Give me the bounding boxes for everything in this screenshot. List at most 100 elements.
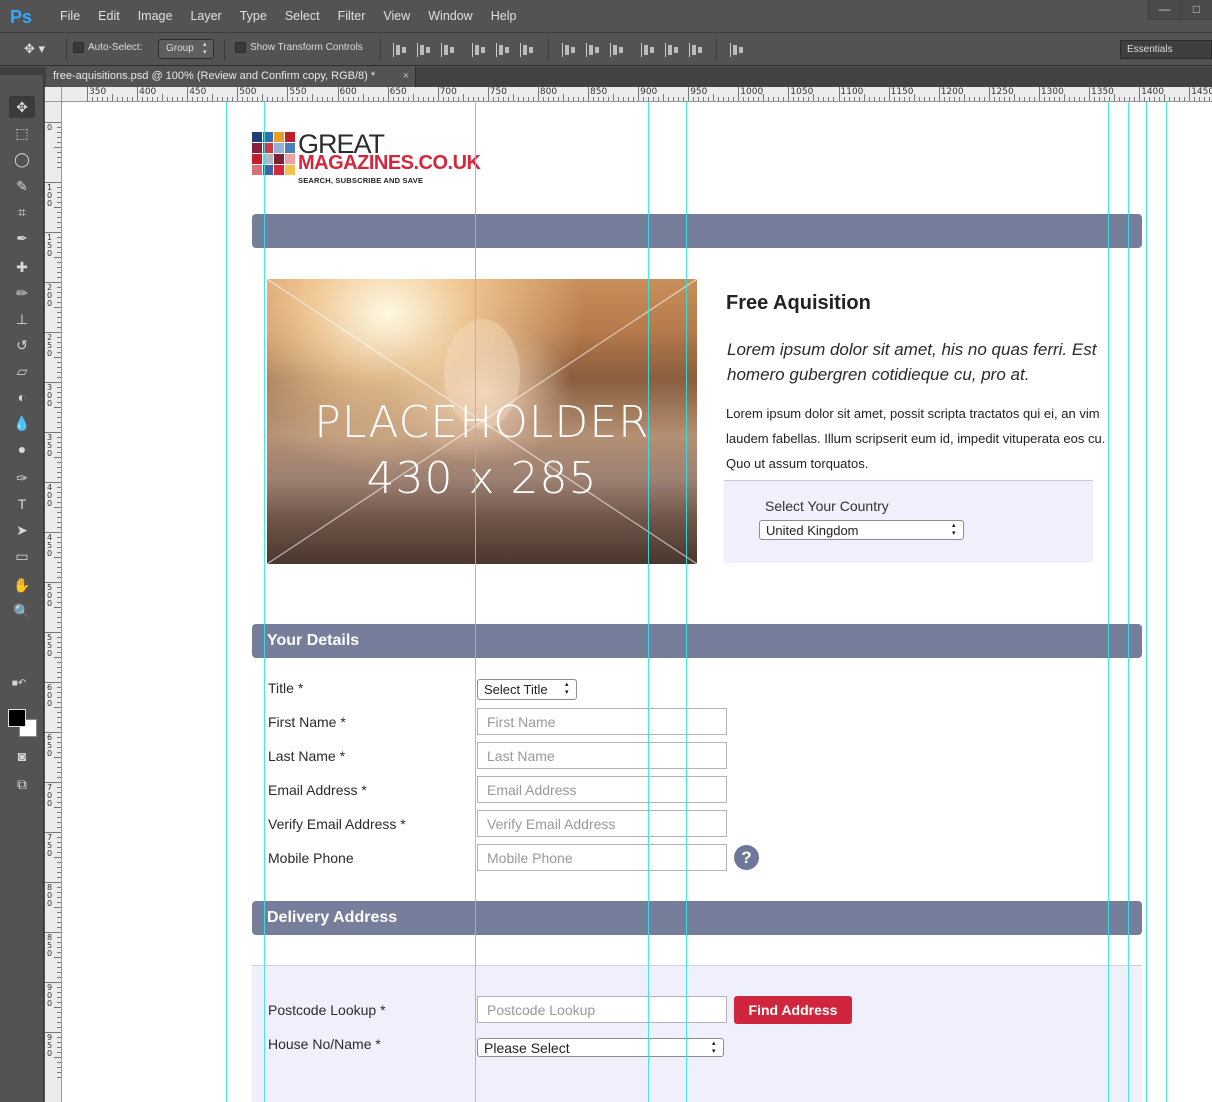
foreground-color-swatch[interactable] bbox=[8, 709, 26, 727]
document-tab[interactable]: free-aquisitions.psd @ 100% (Review and … bbox=[46, 67, 416, 87]
auto-select-target-dropdown[interactable]: Group bbox=[158, 39, 214, 59]
ruler-minor-tick bbox=[57, 847, 61, 848]
path-select-tool-icon[interactable]: ➤ bbox=[9, 519, 35, 541]
ruler-label: 1350 bbox=[1091, 87, 1114, 97]
show-transform-checkbox[interactable] bbox=[235, 42, 246, 53]
healing-brush-tool-icon[interactable]: ✚ bbox=[9, 256, 35, 278]
guide-line[interactable] bbox=[1146, 102, 1147, 1102]
eyedropper-tool-icon[interactable]: ✒ bbox=[9, 227, 35, 249]
shape-tool-icon[interactable]: ▭ bbox=[9, 545, 35, 567]
distribute-bottom-icon[interactable] bbox=[610, 43, 624, 57]
ruler-minor-tick bbox=[658, 97, 660, 101]
ruler-minor-tick bbox=[878, 97, 880, 101]
guide-line[interactable] bbox=[226, 102, 227, 1102]
ruler-minor-tick bbox=[1073, 97, 1075, 101]
menu-edit[interactable]: Edit bbox=[89, 9, 129, 23]
country-dropdown[interactable]: United Kingdom bbox=[759, 520, 964, 540]
align-vertical-center-icon[interactable] bbox=[417, 43, 431, 57]
email-input[interactable]: Email Address bbox=[477, 776, 727, 803]
first-name-input[interactable]: First Name bbox=[477, 708, 727, 735]
zoom-tool-icon[interactable]: 🔍 bbox=[9, 600, 35, 622]
guide-line[interactable] bbox=[686, 102, 687, 1102]
menu-image[interactable]: Image bbox=[129, 9, 182, 23]
verify-email-input[interactable]: Verify Email Address bbox=[477, 810, 727, 837]
eraser-tool-icon[interactable]: ▱ bbox=[9, 360, 35, 382]
horizontal-ruler[interactable]: 350 400 450 500 550 600 650 700 750 800 850 900 950 1… bbox=[62, 87, 1212, 102]
auto-align-layers-icon[interactable] bbox=[730, 43, 744, 57]
ruler-minor-tick bbox=[1099, 97, 1100, 101]
ruler-minor-tick bbox=[54, 557, 61, 558]
clone-stamp-tool-icon[interactable]: ⊥ bbox=[9, 308, 35, 330]
menu-layer[interactable]: Layer bbox=[181, 9, 230, 23]
show-transform-option[interactable]: Show Transform Controls bbox=[235, 42, 363, 53]
menu-filter[interactable]: Filter bbox=[329, 9, 375, 23]
ruler-minor-tick bbox=[57, 222, 61, 223]
ruler-minor-tick bbox=[57, 697, 61, 698]
guide-line[interactable] bbox=[475, 102, 476, 1102]
help-icon[interactable]: ? bbox=[734, 845, 759, 870]
distribute-left-icon[interactable] bbox=[641, 43, 655, 57]
align-top-icon[interactable] bbox=[393, 43, 407, 57]
align-right-icon[interactable] bbox=[520, 43, 534, 57]
marquee-tool-icon[interactable]: ⬚ bbox=[9, 122, 35, 144]
ruler-origin[interactable] bbox=[45, 87, 62, 102]
distribute-horizontal-center-icon[interactable] bbox=[665, 43, 679, 57]
align-left-icon[interactable] bbox=[472, 43, 486, 57]
guide-line[interactable] bbox=[264, 102, 265, 1102]
hand-tool-icon[interactable]: ✋ bbox=[9, 574, 35, 596]
type-tool-icon[interactable]: T bbox=[9, 493, 35, 515]
menu-help[interactable]: Help bbox=[482, 9, 526, 23]
find-address-button[interactable]: Find Address bbox=[734, 996, 852, 1024]
ruler-minor-tick bbox=[57, 287, 61, 288]
ruler-minor-tick bbox=[57, 252, 61, 253]
minimize-button[interactable]: — bbox=[1148, 0, 1180, 20]
distribute-right-icon[interactable] bbox=[689, 43, 703, 57]
close-tab-icon[interactable]: × bbox=[403, 70, 409, 82]
ruler-minor-tick bbox=[643, 97, 645, 101]
move-tool-preset-icon[interactable]: ✥ ▾ bbox=[24, 41, 45, 57]
default-colors-icon[interactable]: ■↶ bbox=[6, 673, 32, 695]
menu-file[interactable]: File bbox=[51, 9, 89, 23]
distribute-vertical-center-icon[interactable] bbox=[586, 43, 600, 57]
menu-select[interactable]: Select bbox=[276, 9, 329, 23]
title-dropdown[interactable]: Select Title bbox=[477, 679, 577, 700]
history-brush-tool-icon[interactable]: ↺ bbox=[9, 334, 35, 356]
quick-select-tool-icon[interactable]: ✎ bbox=[9, 175, 35, 197]
vertical-ruler[interactable]: 0 100 150 200 250 300 350 400 450 500 550 600 650 700… bbox=[45, 102, 62, 1102]
ruler-minor-tick bbox=[57, 562, 61, 563]
document-canvas[interactable]: GREAT MAGAZINES.CO.UK SEARCH, SUBSCRIBE … bbox=[62, 102, 1212, 1102]
guide-line[interactable] bbox=[1108, 102, 1109, 1102]
move-tool-icon[interactable]: ✥ bbox=[9, 96, 35, 118]
maximize-button[interactable]: □ bbox=[1180, 0, 1212, 20]
guide-line[interactable] bbox=[648, 102, 649, 1102]
greatmagazines-logo: GREAT MAGAZINES.CO.UK SEARCH, SUBSCRIBE … bbox=[252, 129, 482, 188]
screen-mode-icon[interactable]: ⧉ bbox=[9, 773, 35, 795]
blur-tool-icon[interactable]: 💧 bbox=[9, 412, 35, 434]
auto-select-option[interactable]: Auto-Select: bbox=[73, 42, 142, 53]
postcode-input[interactable]: Postcode Lookup bbox=[477, 996, 727, 1023]
align-bottom-icon[interactable] bbox=[441, 43, 455, 57]
mobile-phone-input[interactable]: Mobile Phone bbox=[477, 844, 727, 871]
ruler-minor-tick bbox=[57, 377, 61, 378]
lasso-tool-icon[interactable]: ◯ bbox=[9, 148, 35, 170]
menu-type[interactable]: Type bbox=[231, 9, 276, 23]
dodge-tool-icon[interactable]: ● bbox=[9, 438, 35, 460]
ruler-minor-tick bbox=[57, 192, 61, 193]
pen-tool-icon[interactable]: ✑ bbox=[9, 467, 35, 489]
brush-tool-icon[interactable]: ✏ bbox=[9, 282, 35, 304]
guide-line[interactable] bbox=[1128, 102, 1129, 1102]
paint-bucket-tool-icon[interactable]: ◐ bbox=[9, 386, 35, 408]
quick-mask-icon[interactable]: ◙ bbox=[9, 745, 35, 767]
menu-view[interactable]: View bbox=[374, 9, 419, 23]
distribute-top-icon[interactable] bbox=[562, 43, 576, 57]
last-name-label: Last Name * bbox=[268, 748, 346, 764]
tools-panel-grip[interactable] bbox=[0, 67, 44, 75]
guide-line[interactable] bbox=[1166, 102, 1167, 1102]
align-horizontal-center-icon[interactable] bbox=[496, 43, 510, 57]
auto-select-checkbox[interactable] bbox=[73, 42, 84, 53]
window-controls: — □ bbox=[1148, 0, 1212, 20]
crop-tool-icon[interactable]: ⌗ bbox=[9, 201, 35, 223]
workspace-dropdown[interactable]: Essentials bbox=[1120, 40, 1212, 59]
last-name-input[interactable]: Last Name bbox=[477, 742, 727, 769]
menu-window[interactable]: Window bbox=[419, 9, 481, 23]
